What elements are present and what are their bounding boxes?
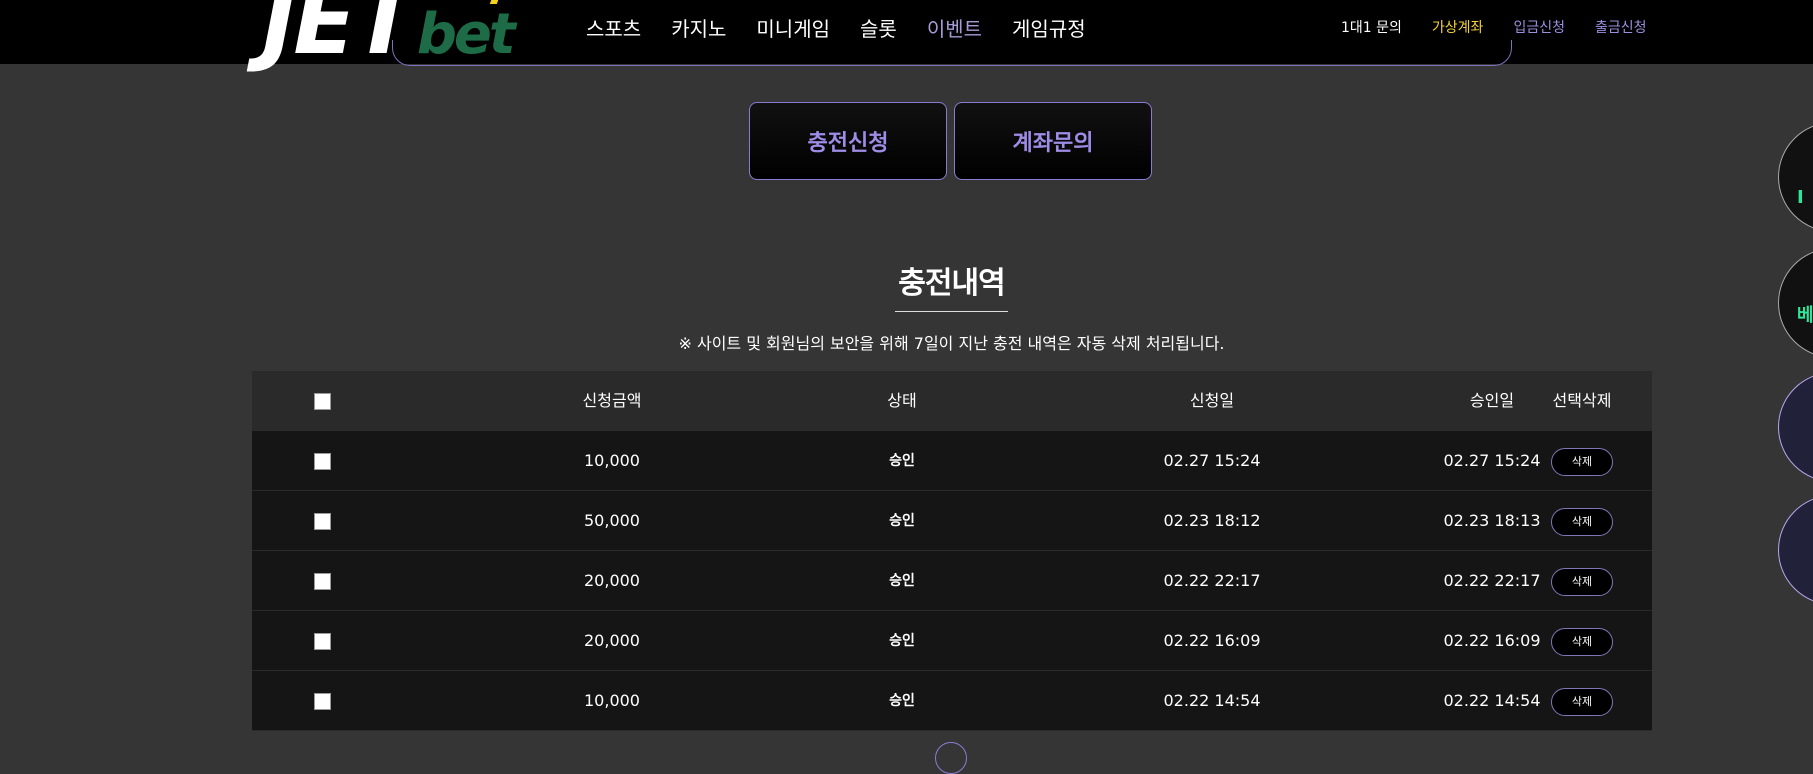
side-widget-1-label: I [1797,187,1804,208]
row-requested: 02.22 14:54 [1163,691,1261,710]
account-inquiry-button[interactable]: 계좌문의 [954,102,1152,180]
header-status: 상태 [887,391,917,410]
link-deposit-request[interactable]: 입금신청 [1513,18,1565,38]
side-widget-1[interactable]: I [1778,122,1813,232]
table-header-row: 신청금액 상태 신청일 승인일 선택삭제 [252,371,1652,431]
link-virtual-account[interactable]: 가상계좌 [1432,18,1484,38]
row-select-cell [252,551,392,611]
header-delete: 선택삭제 [1552,391,1612,410]
row-select-cell [252,611,392,671]
select-all-checkbox[interactable] [313,393,331,410]
row-select-cell [252,671,392,731]
select-all-cell [252,371,392,431]
row-requested: 02.23 18:12 [1163,511,1261,530]
row-amount: 10,000 [584,691,640,710]
side-widget-3[interactable] [1778,372,1813,482]
row-checkbox[interactable] [313,513,331,530]
row-delete-cell: 삭제 [1542,551,1622,611]
charge-request-button[interactable]: 충전신청 [749,102,947,180]
link-one-to-one-inquiry[interactable]: 1대1 문의 [1341,18,1402,38]
table-row: 10,000 승인 02.27 15:24 02.27 15:24 삭제 [252,431,1652,491]
row-requested: 02.22 22:17 [1163,571,1261,590]
row-requested: 02.27 15:24 [1163,451,1261,470]
side-widget-4[interactable] [1778,495,1813,605]
row-amount: 20,000 [584,571,640,590]
delete-button[interactable]: 삭제 [1551,507,1613,536]
title-underline [895,311,1008,312]
link-withdraw-request[interactable]: 출금신청 [1595,18,1647,38]
row-checkbox[interactable] [313,633,331,650]
row-select-cell [252,431,392,491]
row-delete-cell: 삭제 [1542,491,1622,551]
charge-history-table: 신청금액 상태 신청일 승인일 선택삭제 10,000 승인 02.27 15:… [252,371,1652,731]
row-delete-cell: 삭제 [1542,671,1622,731]
row-checkbox[interactable] [313,573,331,590]
row-amount: 10,000 [584,451,640,470]
row-delete-cell: 삭제 [1542,431,1622,491]
side-widget-2-label: 베 [1797,305,1813,326]
delete-button[interactable]: 삭제 [1551,687,1613,716]
delete-button[interactable]: 삭제 [1551,447,1613,476]
row-status: 승인 [889,453,915,469]
row-delete-cell: 삭제 [1542,611,1622,671]
row-amount: 50,000 [584,511,640,530]
delete-button[interactable]: 삭제 [1551,627,1613,656]
security-notice: ※ 사이트 및 회원님의 보안을 위해 7일이 지난 충전 내역은 자동 삭제 … [678,334,1225,353]
top-links: 1대1 문의 가상계좌 입금신청 출금신청 [1341,18,1677,38]
table-row: 10,000 승인 02.22 14:54 02.22 14:54 삭제 [252,671,1652,731]
row-checkbox[interactable] [313,693,331,710]
row-status: 승인 [889,633,915,649]
row-amount: 20,000 [584,631,640,650]
logo-jet-text: JET [262,0,416,75]
table-row: 20,000 승인 02.22 22:17 02.22 22:17 삭제 [252,551,1652,611]
row-status: 승인 [889,573,915,589]
table-row: 50,000 승인 02.23 18:12 02.23 18:13 삭제 [252,491,1652,551]
row-checkbox[interactable] [313,453,331,470]
page-title: 충전내역 [898,266,1005,301]
delete-button[interactable]: 삭제 [1551,567,1613,596]
row-select-cell [252,491,392,551]
row-requested: 02.22 16:09 [1163,631,1261,650]
row-status: 승인 [889,513,915,529]
header-requested: 신청일 [1189,391,1235,410]
row-status: 승인 [889,693,915,709]
header-curve-divider [392,40,1512,66]
header-amount: 신청금액 [582,391,642,410]
table-row: 20,000 승인 02.22 16:09 02.22 16:09 삭제 [252,611,1652,671]
